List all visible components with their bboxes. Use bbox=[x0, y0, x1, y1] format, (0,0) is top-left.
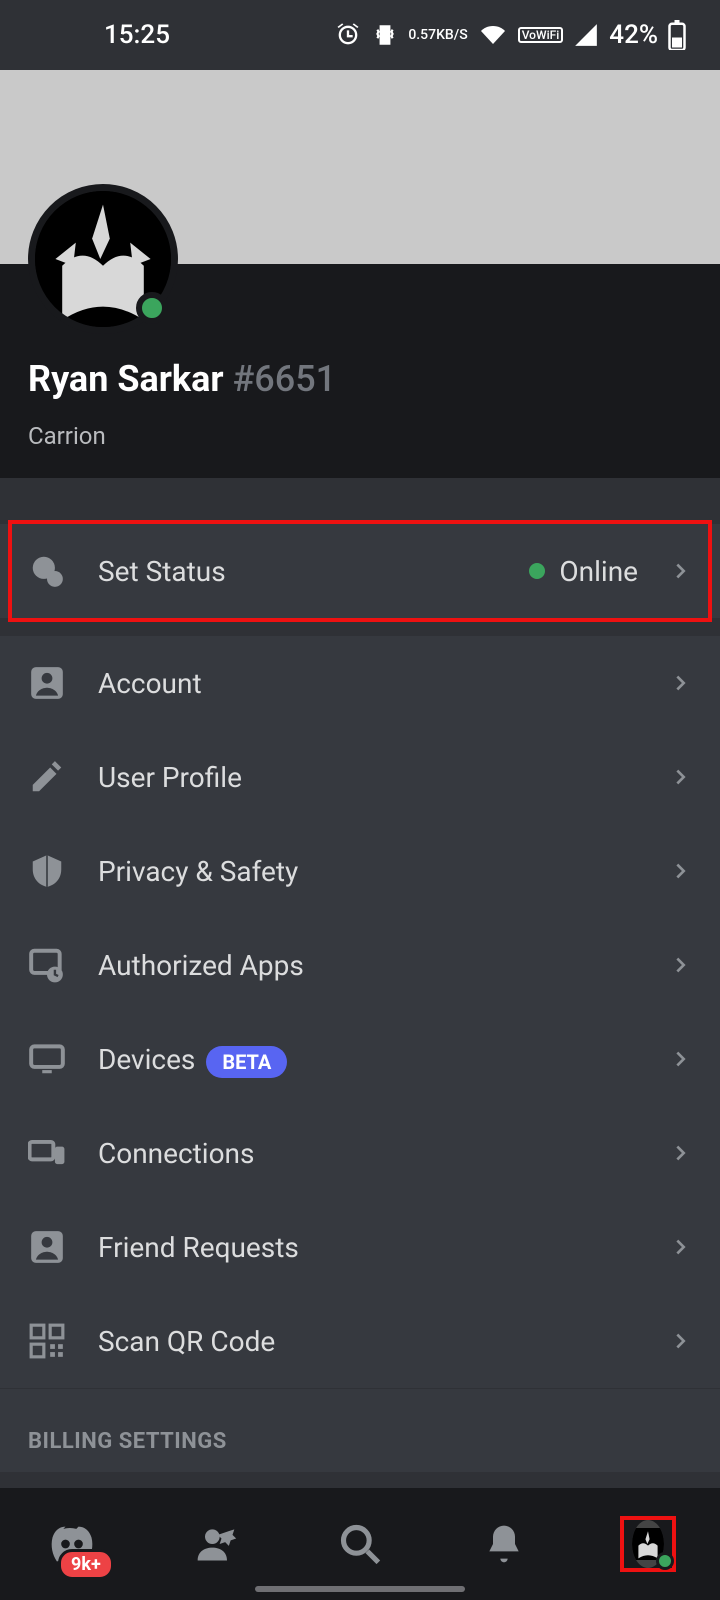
nav-search[interactable] bbox=[332, 1516, 388, 1572]
row-authorized-apps[interactable]: Authorized Apps bbox=[0, 918, 720, 1012]
bottom-nav: 9k+ bbox=[0, 1488, 720, 1600]
nav-profile[interactable] bbox=[620, 1516, 676, 1572]
row-value: Online bbox=[529, 555, 638, 588]
pencil-icon bbox=[28, 758, 66, 796]
account-icon bbox=[28, 1228, 66, 1266]
apps-icon bbox=[28, 946, 66, 984]
settings-list: Account User Profile Privacy & Safety Au… bbox=[0, 636, 720, 1472]
online-dot-icon bbox=[529, 563, 545, 579]
chevron-right-icon bbox=[670, 766, 692, 788]
home-indicator bbox=[255, 1586, 465, 1592]
status-icon bbox=[28, 552, 66, 590]
battery-icon bbox=[668, 20, 686, 50]
activity-text: Carrion bbox=[28, 422, 692, 450]
chevron-right-icon bbox=[670, 560, 692, 582]
data-speed: 0.57KB/S bbox=[408, 28, 467, 42]
row-label: Set Status bbox=[98, 555, 497, 588]
vibrate-icon bbox=[372, 22, 398, 48]
beta-badge: BETA bbox=[206, 1046, 287, 1078]
row-privacy-safety[interactable]: Privacy & Safety bbox=[0, 824, 720, 918]
row-account[interactable]: Account bbox=[0, 636, 720, 730]
battery-text: 42% bbox=[609, 20, 658, 50]
discriminator: #6651 bbox=[233, 358, 337, 400]
status-bar: 15:25 0.57KB/S VoWiFi 42% bbox=[0, 0, 720, 70]
alarm-icon bbox=[334, 21, 362, 49]
chevron-right-icon bbox=[670, 1330, 692, 1352]
devices-icon bbox=[28, 1134, 66, 1172]
chevron-right-icon bbox=[670, 672, 692, 694]
row-user-profile[interactable]: User Profile bbox=[0, 730, 720, 824]
monitor-icon bbox=[28, 1040, 66, 1078]
highlight-set-status: Set Status Online bbox=[0, 524, 720, 618]
nav-discord[interactable]: 9k+ bbox=[44, 1516, 100, 1572]
section-header-billing: BILLING SETTINGS bbox=[0, 1389, 720, 1472]
shield-icon bbox=[28, 852, 66, 890]
chevron-right-icon bbox=[670, 1142, 692, 1164]
avatar[interactable] bbox=[28, 184, 178, 334]
signal-icon bbox=[573, 22, 599, 48]
row-devices[interactable]: Devices BETA bbox=[0, 1012, 720, 1106]
status-indicator bbox=[656, 1552, 674, 1570]
notification-badge: 9k+ bbox=[58, 1549, 114, 1580]
nav-notifications[interactable] bbox=[476, 1516, 532, 1572]
status-indicator bbox=[136, 292, 168, 324]
status-time: 15:25 bbox=[34, 20, 170, 50]
account-icon bbox=[28, 664, 66, 702]
chevron-right-icon bbox=[670, 860, 692, 882]
row-friend-requests[interactable]: Friend Requests bbox=[0, 1200, 720, 1294]
row-scan-qr[interactable]: Scan QR Code bbox=[0, 1294, 720, 1388]
qr-icon bbox=[28, 1322, 66, 1360]
profile-header: Ryan Sarkar #6651 Carrion bbox=[0, 264, 720, 478]
nav-friends[interactable] bbox=[188, 1516, 244, 1572]
chevron-right-icon bbox=[670, 1048, 692, 1070]
chevron-right-icon bbox=[670, 954, 692, 976]
row-set-status[interactable]: Set Status Online bbox=[0, 524, 720, 618]
display-name: Ryan Sarkar bbox=[28, 358, 224, 400]
row-connections[interactable]: Connections bbox=[0, 1106, 720, 1200]
vowifi-icon: VoWiFi bbox=[518, 27, 564, 43]
wifi-icon bbox=[478, 23, 508, 47]
chevron-right-icon bbox=[670, 1236, 692, 1258]
